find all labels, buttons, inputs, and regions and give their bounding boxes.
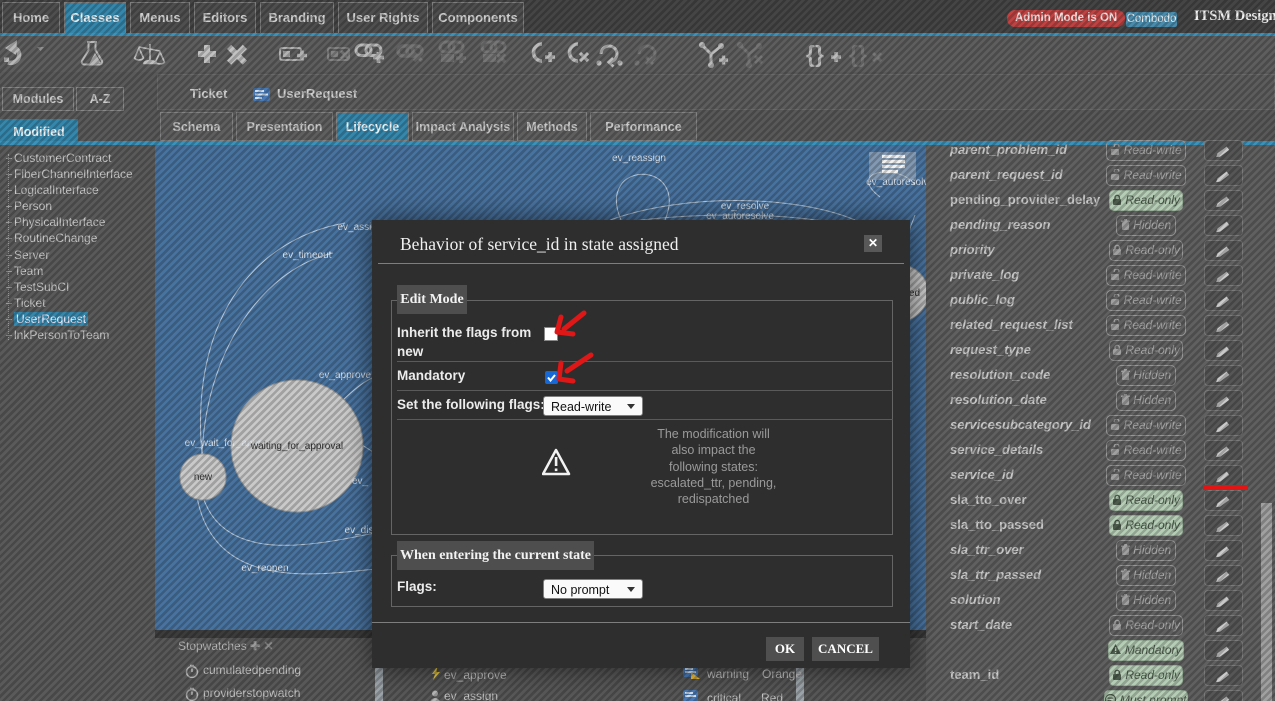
svg-text:ev_dis: ev_dis <box>345 525 374 536</box>
svg-text:new: new <box>194 472 213 483</box>
svg-text:ev_: ev_ <box>352 476 369 487</box>
svg-text:waiting_for_approval: waiting_for_approval <box>250 441 343 452</box>
svg-text:{}: {} <box>806 41 824 67</box>
svg-text:{}: {} <box>849 41 867 67</box>
svg-text:ev_approve: ev_approve <box>319 370 372 381</box>
svg-text:ev_reassign: ev_reassign <box>612 153 666 164</box>
svg-text:ev_reopen: ev_reopen <box>241 563 288 574</box>
svg-text:ev_timeout: ev_timeout <box>283 250 332 261</box>
